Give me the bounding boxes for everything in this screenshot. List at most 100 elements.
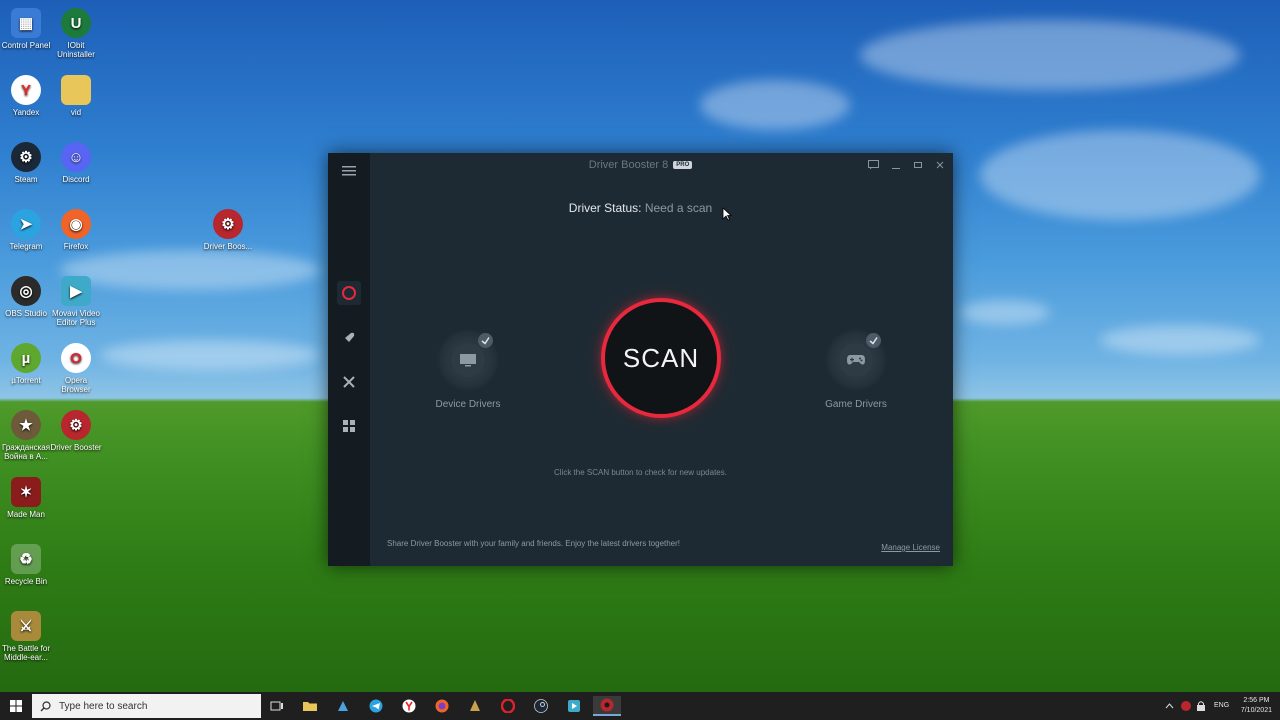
tray-lock-icon[interactable] [1196, 700, 1206, 712]
desktop-icon-control-panel[interactable]: ▦ Control Panel [0, 8, 52, 50]
sidebar-item-action-center[interactable] [337, 414, 361, 438]
steam-icon: ⚙ [11, 142, 41, 172]
taskbar-driver-booster[interactable] [593, 696, 621, 716]
desktop-icon-vid-folder[interactable]: vid [50, 75, 102, 117]
show-hidden-icons-chevron-icon[interactable] [1165, 702, 1174, 710]
taskbar-clock[interactable]: 2:56 PM 7/10/2021 [1241, 696, 1272, 716]
share-text[interactable]: Share Driver Booster with your family an… [387, 539, 680, 548]
cloud [980, 130, 1260, 220]
device-drivers-inner [451, 343, 485, 377]
recycle-bin-icon: ♻ [11, 544, 41, 574]
task-view-button[interactable] [266, 696, 288, 716]
game-icon: ⚔ [11, 611, 41, 641]
driver-status-value: Need a scan [644, 201, 713, 215]
device-drivers-label: Device Drivers [435, 399, 501, 410]
firefox-icon: ◉ [61, 209, 91, 239]
folder-icon [303, 702, 317, 711]
taskbar: Type here to search ENG 2:56 PM 7/10/202… [0, 692, 1280, 720]
utorrent-icon: µ [11, 343, 41, 373]
check-badge [866, 333, 881, 348]
minimize-icon [892, 168, 900, 169]
taskbar-pinned-game[interactable] [464, 696, 486, 716]
close-button[interactable] [932, 158, 948, 172]
windows-logo-icon [10, 700, 22, 712]
desktop-icon-steam[interactable]: ⚙ Steam [0, 142, 52, 184]
tray-driver-booster-icon[interactable] [1180, 700, 1192, 712]
manage-license-link[interactable]: Manage License [881, 543, 940, 552]
firefox-icon [435, 699, 449, 713]
mouse-cursor-icon [722, 207, 732, 221]
desktop-icon-obs-studio[interactable]: ◎ OBS Studio [0, 276, 52, 318]
cloud [860, 20, 1240, 90]
desktop-icon-made-man[interactable]: ✶ Made Man [0, 477, 52, 519]
taskbar-yandex[interactable] [398, 696, 420, 716]
monitor-icon [460, 354, 476, 367]
game-star-icon: ★ [11, 410, 41, 440]
sidebar-item-tools[interactable] [337, 370, 361, 394]
desktop-icon-movavi[interactable]: ▶ Movavi Video Editor Plus [50, 276, 102, 327]
desktop-icon-discord[interactable]: ☺ Discord [50, 142, 102, 184]
driver-status: Driver Status: Need a scan [328, 201, 953, 215]
sidebar-item-boost[interactable] [337, 326, 361, 350]
check-icon [869, 337, 878, 345]
discord-icon: ☺ [61, 142, 91, 172]
taskbar-steam[interactable] [530, 696, 552, 716]
pro-badge: PRO [673, 161, 693, 169]
desktop-icon-firefox[interactable]: ◉ Firefox [50, 209, 102, 251]
yandex-icon: Y [11, 75, 41, 105]
taskbar-file-explorer[interactable] [299, 696, 321, 716]
close-icon [936, 161, 944, 169]
taskbar-pinned-app[interactable] [332, 696, 354, 716]
telegram-icon [369, 699, 383, 713]
game-drivers-inner [839, 343, 873, 377]
desktop-icon-yandex[interactable]: Y Yandex [0, 75, 52, 117]
desktop-icon-driver-booster[interactable]: ⚙ Driver Booster [50, 410, 102, 452]
desktop-icon-civil-war-game[interactable]: ★ Гражданская Война в А... [0, 410, 52, 461]
device-drivers-circle [437, 329, 499, 391]
start-button[interactable] [0, 692, 32, 720]
desktop-icon-utorrent[interactable]: µ µTorrent [0, 343, 52, 385]
control-panel-icon: ▦ [11, 8, 41, 38]
scan-ring-icon [342, 286, 356, 300]
minimize-button[interactable] [888, 158, 904, 172]
opera-icon [501, 699, 515, 713]
scan-button[interactable]: SCAN [601, 298, 721, 418]
game-drivers-category[interactable]: Game Drivers [796, 329, 916, 410]
window-title: Driver Booster 8 PRO [328, 159, 953, 171]
sidebar-item-scan[interactable] [337, 281, 361, 305]
driver-booster-icon [600, 698, 614, 712]
obs-studio-icon: ◎ [11, 276, 41, 306]
taskbar-firefox[interactable] [431, 696, 453, 716]
taskbar-telegram[interactable] [365, 696, 387, 716]
device-drivers-category[interactable]: Device Drivers [408, 329, 528, 410]
game-drivers-circle [825, 329, 887, 391]
desktop-icon-driver-booster-shortcut[interactable]: ⚙ Driver Boos... [202, 209, 254, 251]
desktop-icon-telegram[interactable]: ➤ Telegram [0, 209, 52, 251]
check-badge [478, 333, 493, 348]
clock-date: 7/10/2021 [1240, 707, 1272, 714]
taskbar-search-box[interactable]: Type here to search [32, 694, 261, 718]
taskbar-opera[interactable] [497, 696, 519, 716]
taskbar-movavi[interactable] [563, 696, 585, 716]
feedback-button[interactable] [865, 158, 881, 172]
grid-icon [343, 420, 355, 432]
scan-glow: SCAN [586, 283, 736, 433]
cloud [960, 300, 1050, 325]
desktop-icon-battle-middle-earth[interactable]: ⚔ The Battle for Middle-ear... [0, 611, 52, 662]
yandex-icon [402, 699, 416, 713]
cloud [100, 340, 320, 370]
desktop-icon-opera[interactable]: O Opera Browser [50, 343, 102, 394]
desktop-icon-iobit-uninstaller[interactable]: U IObit Uninstaller [50, 8, 102, 59]
maximize-button[interactable] [910, 158, 926, 172]
scan-hint: Click the SCAN button to check for new u… [554, 468, 727, 477]
driver-status-label: Driver Status: [568, 201, 642, 215]
cloud [1100, 325, 1260, 355]
desktop-icon-recycle-bin[interactable]: ♻ Recycle Bin [0, 544, 52, 586]
rocket-icon [344, 332, 355, 343]
opera-icon: O [61, 343, 91, 373]
chat-icon [867, 160, 879, 170]
steam-icon [534, 699, 548, 713]
search-icon [40, 700, 51, 711]
language-indicator[interactable]: ENG [1214, 702, 1229, 709]
folder-icon [61, 75, 91, 105]
